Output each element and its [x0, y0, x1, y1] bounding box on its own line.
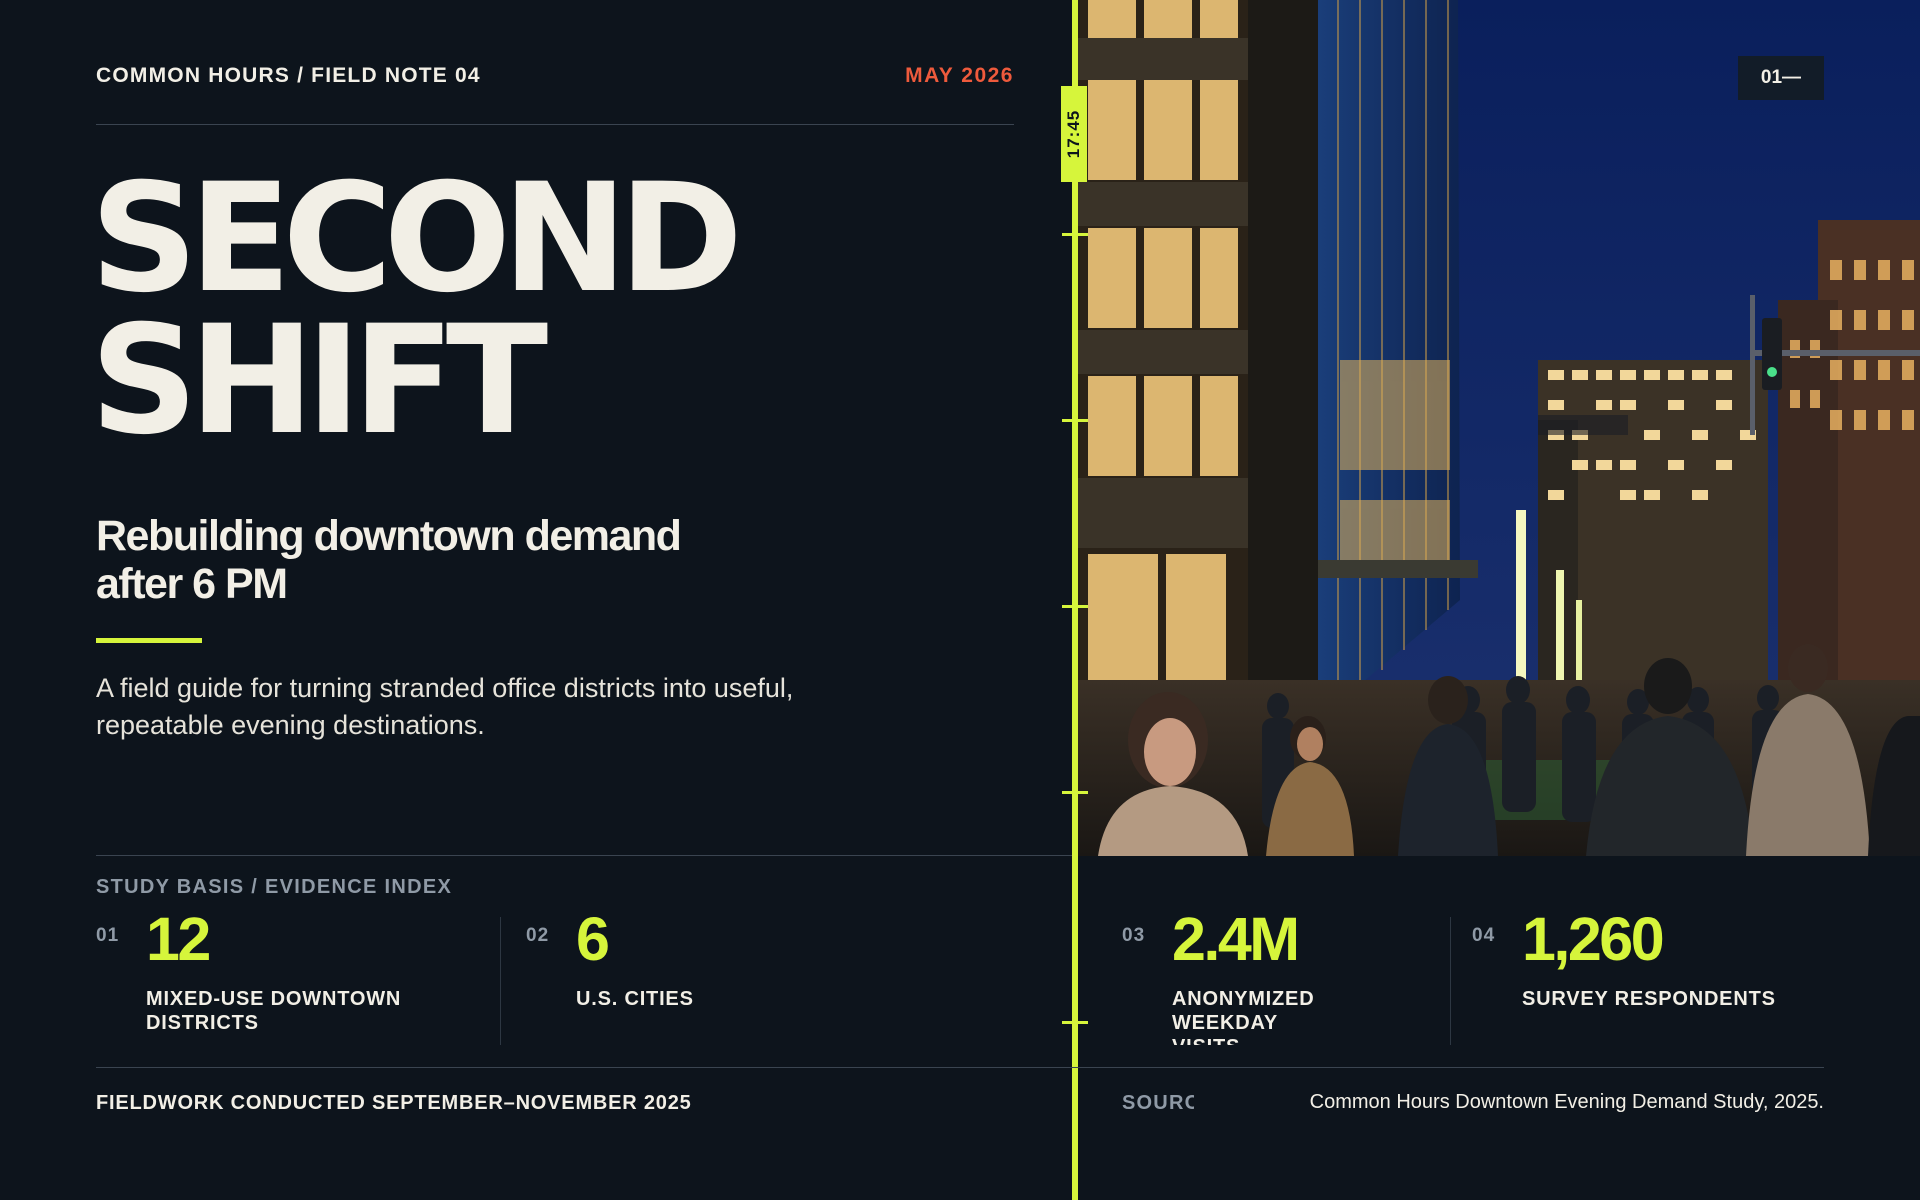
stats-section-label: STUDY BASIS / EVIDENCE INDEX — [96, 876, 453, 898]
stat-index: 04 — [1472, 925, 1496, 946]
title-line-1: SECOND — [90, 152, 743, 326]
stat-value: 6 — [576, 905, 610, 973]
source-citation: Common Hours Downtown Evening Demand Stu… — [1309, 1091, 1824, 1113]
timeline-tick — [1062, 233, 1088, 236]
stat-label: SURVEY RESPONDENTS — [1522, 988, 1776, 1010]
timeline-tick — [1062, 419, 1088, 422]
page-title: SECOND SHIFT — [90, 152, 743, 468]
stat-value: 1,260 — [1522, 905, 1665, 973]
timeline-tick — [1062, 1021, 1088, 1024]
stat-value: 12 — [146, 905, 211, 973]
stat-label: U.S. CITIES — [576, 988, 694, 1010]
stat-index: 01 — [96, 925, 120, 946]
title-line-2: SHIFT — [90, 294, 548, 468]
stat-label: ANONYMIZED WEEKDAY VISITS — [1172, 988, 1315, 1045]
stat-index: 03 — [1122, 925, 1146, 946]
source-label: SOURCE — [1122, 1092, 1194, 1114]
stat-index: 02 — [526, 925, 550, 946]
stat-value: 2.4M — [1172, 905, 1300, 973]
lede-paragraph: A field guide for turning stranded offic… — [96, 673, 794, 740]
fieldwork-note: FIELDWORK CONDUCTED SEPTEMBER–NOVEMBER 2… — [96, 1092, 692, 1114]
timeline-tick — [1062, 605, 1088, 608]
timeline-time-tag: 17:45 — [1061, 86, 1087, 182]
downtown-evening-photo — [1078, 0, 1920, 856]
timeline-time-label: 17:45 — [1064, 109, 1083, 159]
page-subtitle: Rebuilding downtown demand after 6 PM — [96, 512, 682, 608]
brand-label: COMMON HOURS / FIELD NOTE 04 — [96, 64, 481, 87]
stat-separator — [500, 917, 501, 1045]
issue-date: MAY 2026 — [905, 64, 1014, 87]
stat-separator — [1450, 917, 1451, 1045]
stat-label: MIXED-USE DOWNTOWN DISTRICTS — [146, 988, 402, 1034]
header-divider — [96, 124, 1014, 125]
stats-divider — [96, 855, 1072, 856]
accent-divider — [96, 638, 202, 643]
timeline-tick — [1062, 791, 1088, 794]
photo-illustration — [1078, 0, 1920, 856]
page-number-badge: 01— — [1738, 56, 1824, 100]
footer-divider — [96, 1067, 1824, 1068]
